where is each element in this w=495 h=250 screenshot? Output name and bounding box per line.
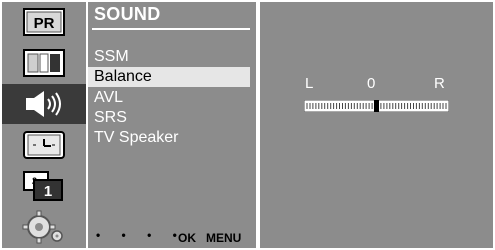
clock-icon <box>23 131 65 159</box>
channel-icon: 2 1 <box>23 171 63 201</box>
title-divider <box>92 28 250 30</box>
channel-menu-tab[interactable]: 2 1 <box>2 166 86 206</box>
balance-position-marker[interactable] <box>374 100 379 112</box>
menu-item-ssm[interactable]: SSM <box>88 47 250 67</box>
balance-value: 0 <box>367 75 376 92</box>
balance-left-label: L <box>305 75 314 92</box>
pr-icon-label: PR <box>34 15 55 32</box>
navigation-hint: • • • • OK MENU <box>92 228 254 245</box>
pr-icon: PR <box>23 8 65 36</box>
pr-menu-tab[interactable]: PR <box>2 2 86 42</box>
sound-icon <box>26 91 61 117</box>
channel-icon-label: 1 <box>44 183 52 200</box>
menu-title: SOUND <box>94 4 161 24</box>
picture-menu-tab[interactable] <box>2 43 86 83</box>
balance-right-label: R <box>434 75 445 92</box>
ok-hint: OK <box>178 231 196 245</box>
gear-icon <box>22 210 63 244</box>
sound-menu-tab[interactable] <box>2 84 86 124</box>
navigation-dots: • • • • <box>96 228 186 242</box>
balance-panel: L 0 R <box>260 2 493 248</box>
menu-item-avl[interactable]: AVL <box>88 88 250 108</box>
menu-hint: MENU <box>206 231 242 245</box>
menu-item-balance[interactable]: Balance <box>88 67 250 87</box>
time-menu-tab[interactable] <box>2 125 86 165</box>
balance-slider[interactable] <box>304 100 449 112</box>
menu-category-column: PR 1 <box>2 2 86 248</box>
sound-menu-panel: SOUND SSM Balance AVL SRS TV Speaker • •… <box>88 2 256 248</box>
picture-icon <box>23 49 65 77</box>
setup-menu-tab[interactable] <box>2 207 86 247</box>
osd-screen: PR 1 SOUND SSM Balance AVL SRS TV Speake… <box>0 0 495 250</box>
menu-item-srs[interactable]: SRS <box>88 108 250 128</box>
menu-item-tv-speaker[interactable]: TV Speaker <box>88 128 250 148</box>
